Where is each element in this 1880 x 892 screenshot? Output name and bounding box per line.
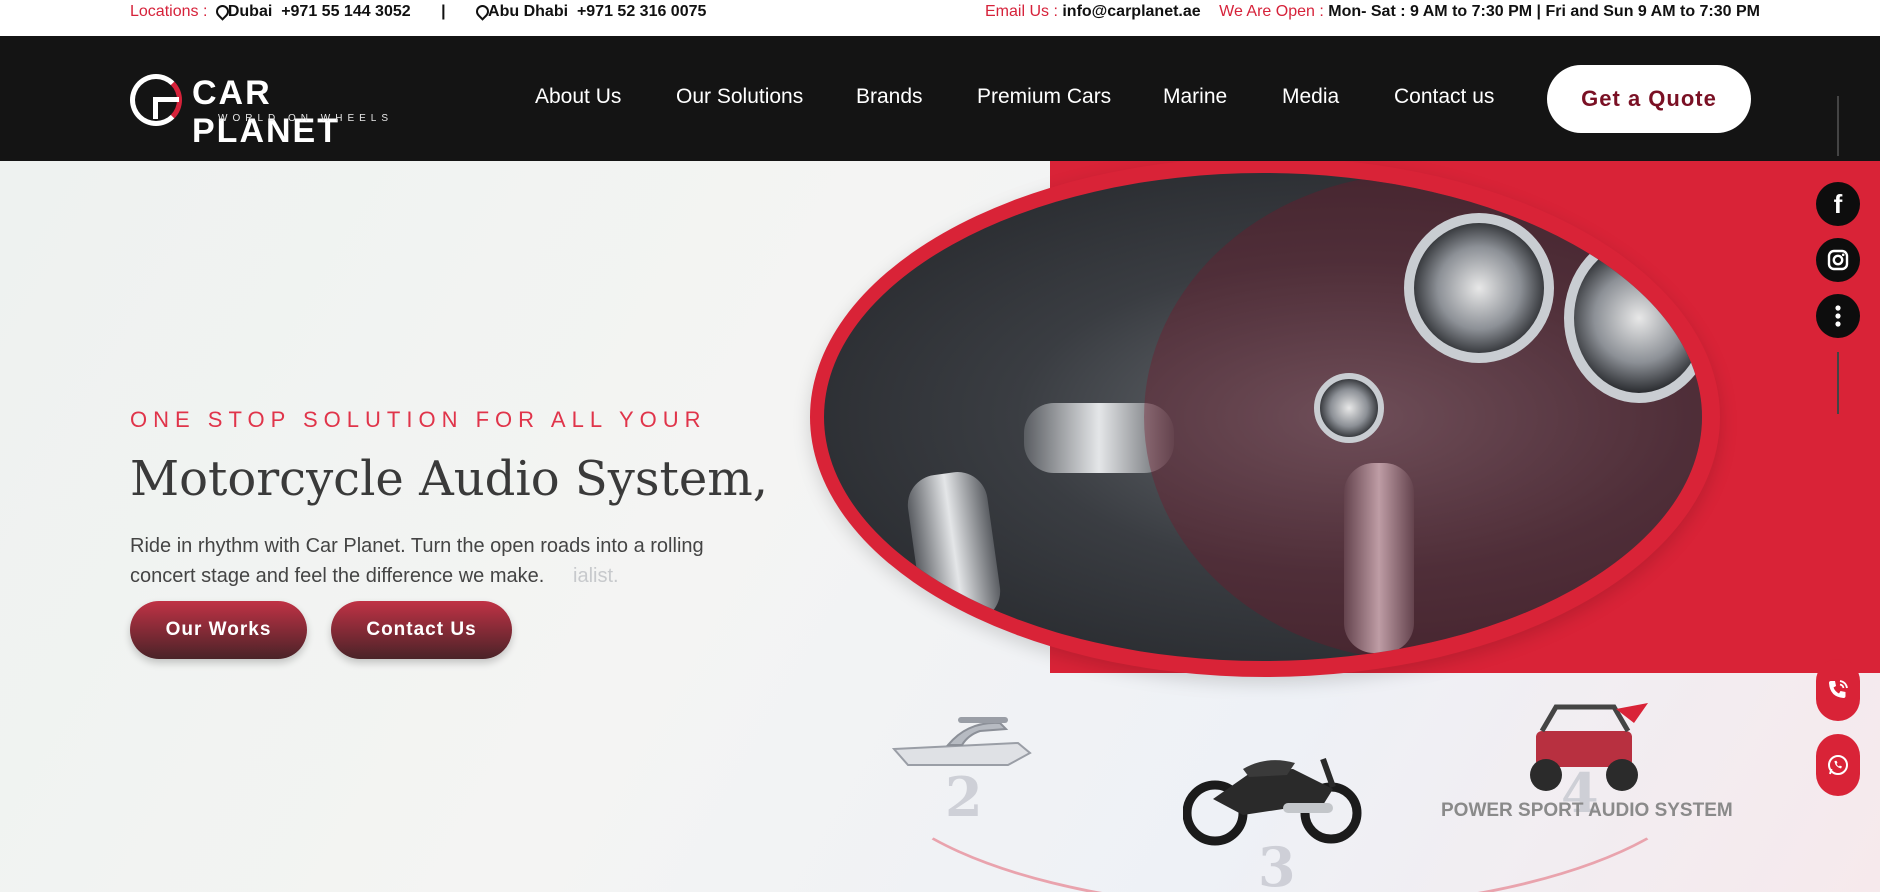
call-button[interactable] (1816, 659, 1860, 721)
get-a-quote-button[interactable]: Get a Quote (1547, 65, 1751, 133)
hero-headline: Motorcycle Audio System, (130, 451, 768, 507)
chrome-part (903, 468, 1005, 628)
facebook-button[interactable]: f (1816, 182, 1860, 226)
whatsapp-button[interactable] (1816, 734, 1860, 796)
hero-section: ONE STOP SOLUTION FOR ALL YOUR Motorcycl… (0, 161, 1880, 892)
location-separator: | (441, 3, 446, 20)
whatsapp-icon (1828, 755, 1848, 775)
headlight-left (1404, 213, 1554, 363)
dubai-city: Dubai (227, 3, 273, 20)
facebook-icon: f (1833, 188, 1843, 219)
motorcycle-icon[interactable] (1183, 729, 1363, 849)
brand-logo[interactable]: CAR PLANET WORLD ON WHEELS (130, 74, 420, 150)
more-social-button[interactable] (1816, 294, 1860, 338)
hero-description: Ride in rhythm with Car Planet. Turn the… (130, 535, 704, 587)
brand-name: CAR PLANET (192, 74, 340, 150)
hero-motorcycle-image (824, 173, 1702, 661)
locations: Locations : Dubai +971 55 144 3052 | Abu… (130, 2, 706, 22)
contact-info: Email Us : info@carplanet.ae We Are Open… (985, 2, 1760, 22)
instagram-button[interactable] (1816, 238, 1860, 282)
social-rail-line-bottom (1837, 352, 1839, 414)
phone-icon (1829, 680, 1848, 698)
social-rail-line-top (1837, 96, 1839, 156)
email-label: Email Us : (985, 3, 1058, 20)
aux-light (1314, 373, 1384, 443)
headlight-right (1564, 233, 1702, 403)
open-hours: Mon- Sat : 9 AM to 7:30 PM | Fri and Sun… (1328, 3, 1760, 20)
nav-media[interactable]: Media (1282, 84, 1339, 110)
nav-premium-cars[interactable]: Premium Cars (977, 84, 1111, 110)
top-info-bar: Locations : Dubai +971 55 144 3052 | Abu… (0, 0, 1880, 36)
nav-about-us[interactable]: About Us (535, 84, 621, 110)
contact-us-button[interactable]: Contact Us (331, 601, 512, 659)
dubai-phone-link[interactable]: +971 55 144 3052 (281, 3, 410, 20)
abudhabi-phone-link[interactable]: +971 52 316 0075 (577, 3, 706, 20)
locations-label: Locations : (130, 3, 208, 20)
carousel-number: 2 (945, 765, 983, 829)
nav-marine[interactable]: Marine (1163, 84, 1227, 110)
instagram-icon (1827, 249, 1849, 271)
nav-contact-us[interactable]: Contact us (1394, 84, 1494, 110)
nav-our-solutions[interactable]: Our Solutions (676, 84, 803, 110)
carousel-number: 3 (1258, 835, 1296, 892)
brand-tagline: WORLD ON WHEELS (218, 113, 394, 124)
our-works-button[interactable]: Our Works (130, 601, 307, 659)
nav-brands[interactable]: Brands (856, 84, 923, 110)
open-hours-label: We Are Open : (1219, 3, 1324, 20)
email-link[interactable]: info@carplanet.ae (1062, 3, 1200, 20)
more-icon (1835, 305, 1841, 327)
logo-mark-icon (130, 74, 182, 126)
carousel-active-label: POWER SPORT AUDIO SYSTEM (1441, 800, 1733, 821)
hero-eyebrow: ONE STOP SOLUTION FOR ALL YOUR (130, 407, 707, 432)
abudhabi-city: Abu Dhabi (488, 3, 569, 20)
main-navbar: CAR PLANET WORLD ON WHEELS About Us Our … (0, 36, 1880, 161)
location-pin-icon (216, 5, 225, 17)
boat-icon[interactable] (888, 709, 1036, 771)
location-pin-icon (476, 5, 485, 17)
